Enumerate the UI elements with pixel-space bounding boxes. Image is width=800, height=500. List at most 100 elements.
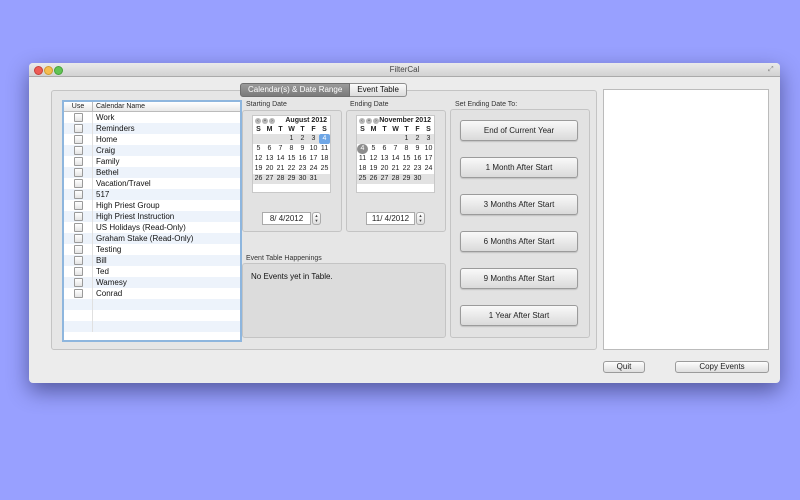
- nine-months-button[interactable]: 9 Months After Start: [460, 268, 578, 289]
- table-row[interactable]: Ted: [64, 266, 240, 277]
- copy-events-button[interactable]: Copy Events: [675, 361, 769, 373]
- table-row[interactable]: High Priest Instruction: [64, 211, 240, 222]
- calendar-day[interactable]: 28: [275, 174, 286, 184]
- starting-calendar[interactable]: ‹ • › August 2012 SMTWTFS 1 2 3 4 5 6 7 8 9 10 11 1…: [252, 115, 331, 193]
- calendar-day[interactable]: 11: [357, 154, 368, 164]
- calendar-day[interactable]: 16: [297, 154, 308, 164]
- calendar-day[interactable]: 21: [390, 164, 401, 174]
- prev-month-icon[interactable]: ‹: [359, 117, 365, 124]
- stepper-arrows-icon[interactable]: ▲ ▼: [312, 212, 321, 225]
- tab-event-table[interactable]: Event Table: [350, 83, 407, 97]
- tab-calendars-date-range[interactable]: Calendar(s) & Date Range: [240, 83, 351, 97]
- use-checkbox[interactable]: [73, 113, 83, 122]
- calendar-day[interactable]: 25: [319, 164, 330, 174]
- calendar-day[interactable]: 3: [308, 134, 319, 144]
- table-row[interactable]: Bethel: [64, 167, 240, 178]
- calendar-day[interactable]: 24: [308, 164, 319, 174]
- use-checkbox[interactable]: [73, 289, 83, 298]
- calendar-day[interactable]: 4: [319, 134, 330, 144]
- calendar-day[interactable]: 10: [423, 144, 434, 154]
- use-checkbox[interactable]: [73, 267, 83, 276]
- calendar-day[interactable]: 31: [308, 174, 319, 184]
- table-row[interactable]: [64, 321, 240, 332]
- today-icon[interactable]: •: [262, 117, 268, 124]
- stepper-arrows-icon[interactable]: ▲ ▼: [416, 212, 425, 225]
- use-checkbox[interactable]: [73, 146, 83, 155]
- table-row[interactable]: Vacation/Travel: [64, 178, 240, 189]
- calendar-day[interactable]: 5: [368, 144, 379, 154]
- calendar-day[interactable]: 21: [275, 164, 286, 174]
- table-row[interactable]: Bill: [64, 255, 240, 266]
- table-row[interactable]: Graham Stake (Read-Only): [64, 233, 240, 244]
- calendar-day[interactable]: 15: [401, 154, 412, 164]
- calendar-day[interactable]: 2: [297, 134, 308, 144]
- six-months-button[interactable]: 6 Months After Start: [460, 231, 578, 252]
- table-row[interactable]: High Priest Group: [64, 200, 240, 211]
- calendar-day[interactable]: 19: [253, 164, 264, 174]
- calendar-day[interactable]: 8: [286, 144, 297, 154]
- calendar-list-table[interactable]: Use Calendar Name Work Reminders Home Craig…: [62, 100, 242, 342]
- three-months-button[interactable]: 3 Months After Start: [460, 194, 578, 215]
- calendar-day[interactable]: 17: [423, 154, 434, 164]
- table-row[interactable]: [64, 310, 240, 321]
- calendar-day[interactable]: 18: [357, 164, 368, 174]
- calendar-day[interactable]: 27: [264, 174, 275, 184]
- table-row[interactable]: Home: [64, 134, 240, 145]
- use-checkbox[interactable]: [73, 135, 83, 144]
- calendar-day[interactable]: 7: [390, 144, 401, 154]
- calendar-day[interactable]: 9: [412, 144, 423, 154]
- table-row[interactable]: Work: [64, 112, 240, 123]
- use-checkbox[interactable]: [73, 234, 83, 243]
- table-row[interactable]: US Holidays (Read-Only): [64, 222, 240, 233]
- calendar-day[interactable]: 1: [401, 134, 412, 144]
- prev-month-icon[interactable]: ‹: [255, 117, 261, 124]
- table-row[interactable]: Testing: [64, 244, 240, 255]
- quit-button[interactable]: Quit: [603, 361, 645, 373]
- calendar-day[interactable]: 20: [379, 164, 390, 174]
- calendar-day[interactable]: 15: [286, 154, 297, 164]
- use-checkbox[interactable]: [73, 278, 83, 287]
- column-header-use[interactable]: Use: [64, 102, 93, 111]
- use-checkbox[interactable]: [73, 245, 83, 254]
- use-checkbox[interactable]: [73, 124, 83, 133]
- calendar-day[interactable]: 10: [308, 144, 319, 154]
- today-icon[interactable]: •: [366, 117, 372, 124]
- calendar-day[interactable]: 13: [264, 154, 275, 164]
- calendar-day[interactable]: 11: [319, 144, 330, 154]
- use-checkbox[interactable]: [73, 157, 83, 166]
- calendar-day[interactable]: 14: [390, 154, 401, 164]
- results-text-view[interactable]: [603, 89, 769, 350]
- use-checkbox[interactable]: [73, 256, 83, 265]
- ending-date-field[interactable]: 11/ 4/2012: [366, 212, 415, 225]
- table-row[interactable]: 517: [64, 189, 240, 200]
- calendar-day[interactable]: 23: [297, 164, 308, 174]
- calendar-day[interactable]: 1: [286, 134, 297, 144]
- table-row[interactable]: Wamesy: [64, 277, 240, 288]
- calendar-day[interactable]: 20: [264, 164, 275, 174]
- calendar-day[interactable]: 12: [253, 154, 264, 164]
- calendar-day[interactable]: 26: [253, 174, 264, 184]
- calendar-day[interactable]: 29: [401, 174, 412, 184]
- calendar-day[interactable]: 22: [286, 164, 297, 174]
- calendar-day[interactable]: 9: [297, 144, 308, 154]
- calendar-day[interactable]: 5: [253, 144, 264, 154]
- calendar-day[interactable]: 22: [401, 164, 412, 174]
- calendar-day[interactable]: 12: [368, 154, 379, 164]
- use-checkbox[interactable]: [73, 190, 83, 199]
- calendar-day[interactable]: 28: [390, 174, 401, 184]
- use-checkbox[interactable]: [73, 201, 83, 210]
- calendar-day[interactable]: 19: [368, 164, 379, 174]
- calendar-day[interactable]: 2: [412, 134, 423, 144]
- calendar-day[interactable]: 6: [264, 144, 275, 154]
- use-checkbox[interactable]: [73, 168, 83, 177]
- calendar-day[interactable]: 17: [308, 154, 319, 164]
- one-month-button[interactable]: 1 Month After Start: [460, 157, 578, 178]
- calendar-day[interactable]: 7: [275, 144, 286, 154]
- table-row[interactable]: [64, 299, 240, 310]
- table-row[interactable]: Craig: [64, 145, 240, 156]
- calendar-day[interactable]: 4: [357, 144, 368, 154]
- ending-calendar[interactable]: ‹ • › November 2012 SMTWTFS 1 2 3 4 5 6 7 8 9 10 1…: [356, 115, 435, 193]
- calendar-day[interactable]: 6: [379, 144, 390, 154]
- calendar-day[interactable]: 30: [412, 174, 423, 184]
- one-year-button[interactable]: 1 Year After Start: [460, 305, 578, 326]
